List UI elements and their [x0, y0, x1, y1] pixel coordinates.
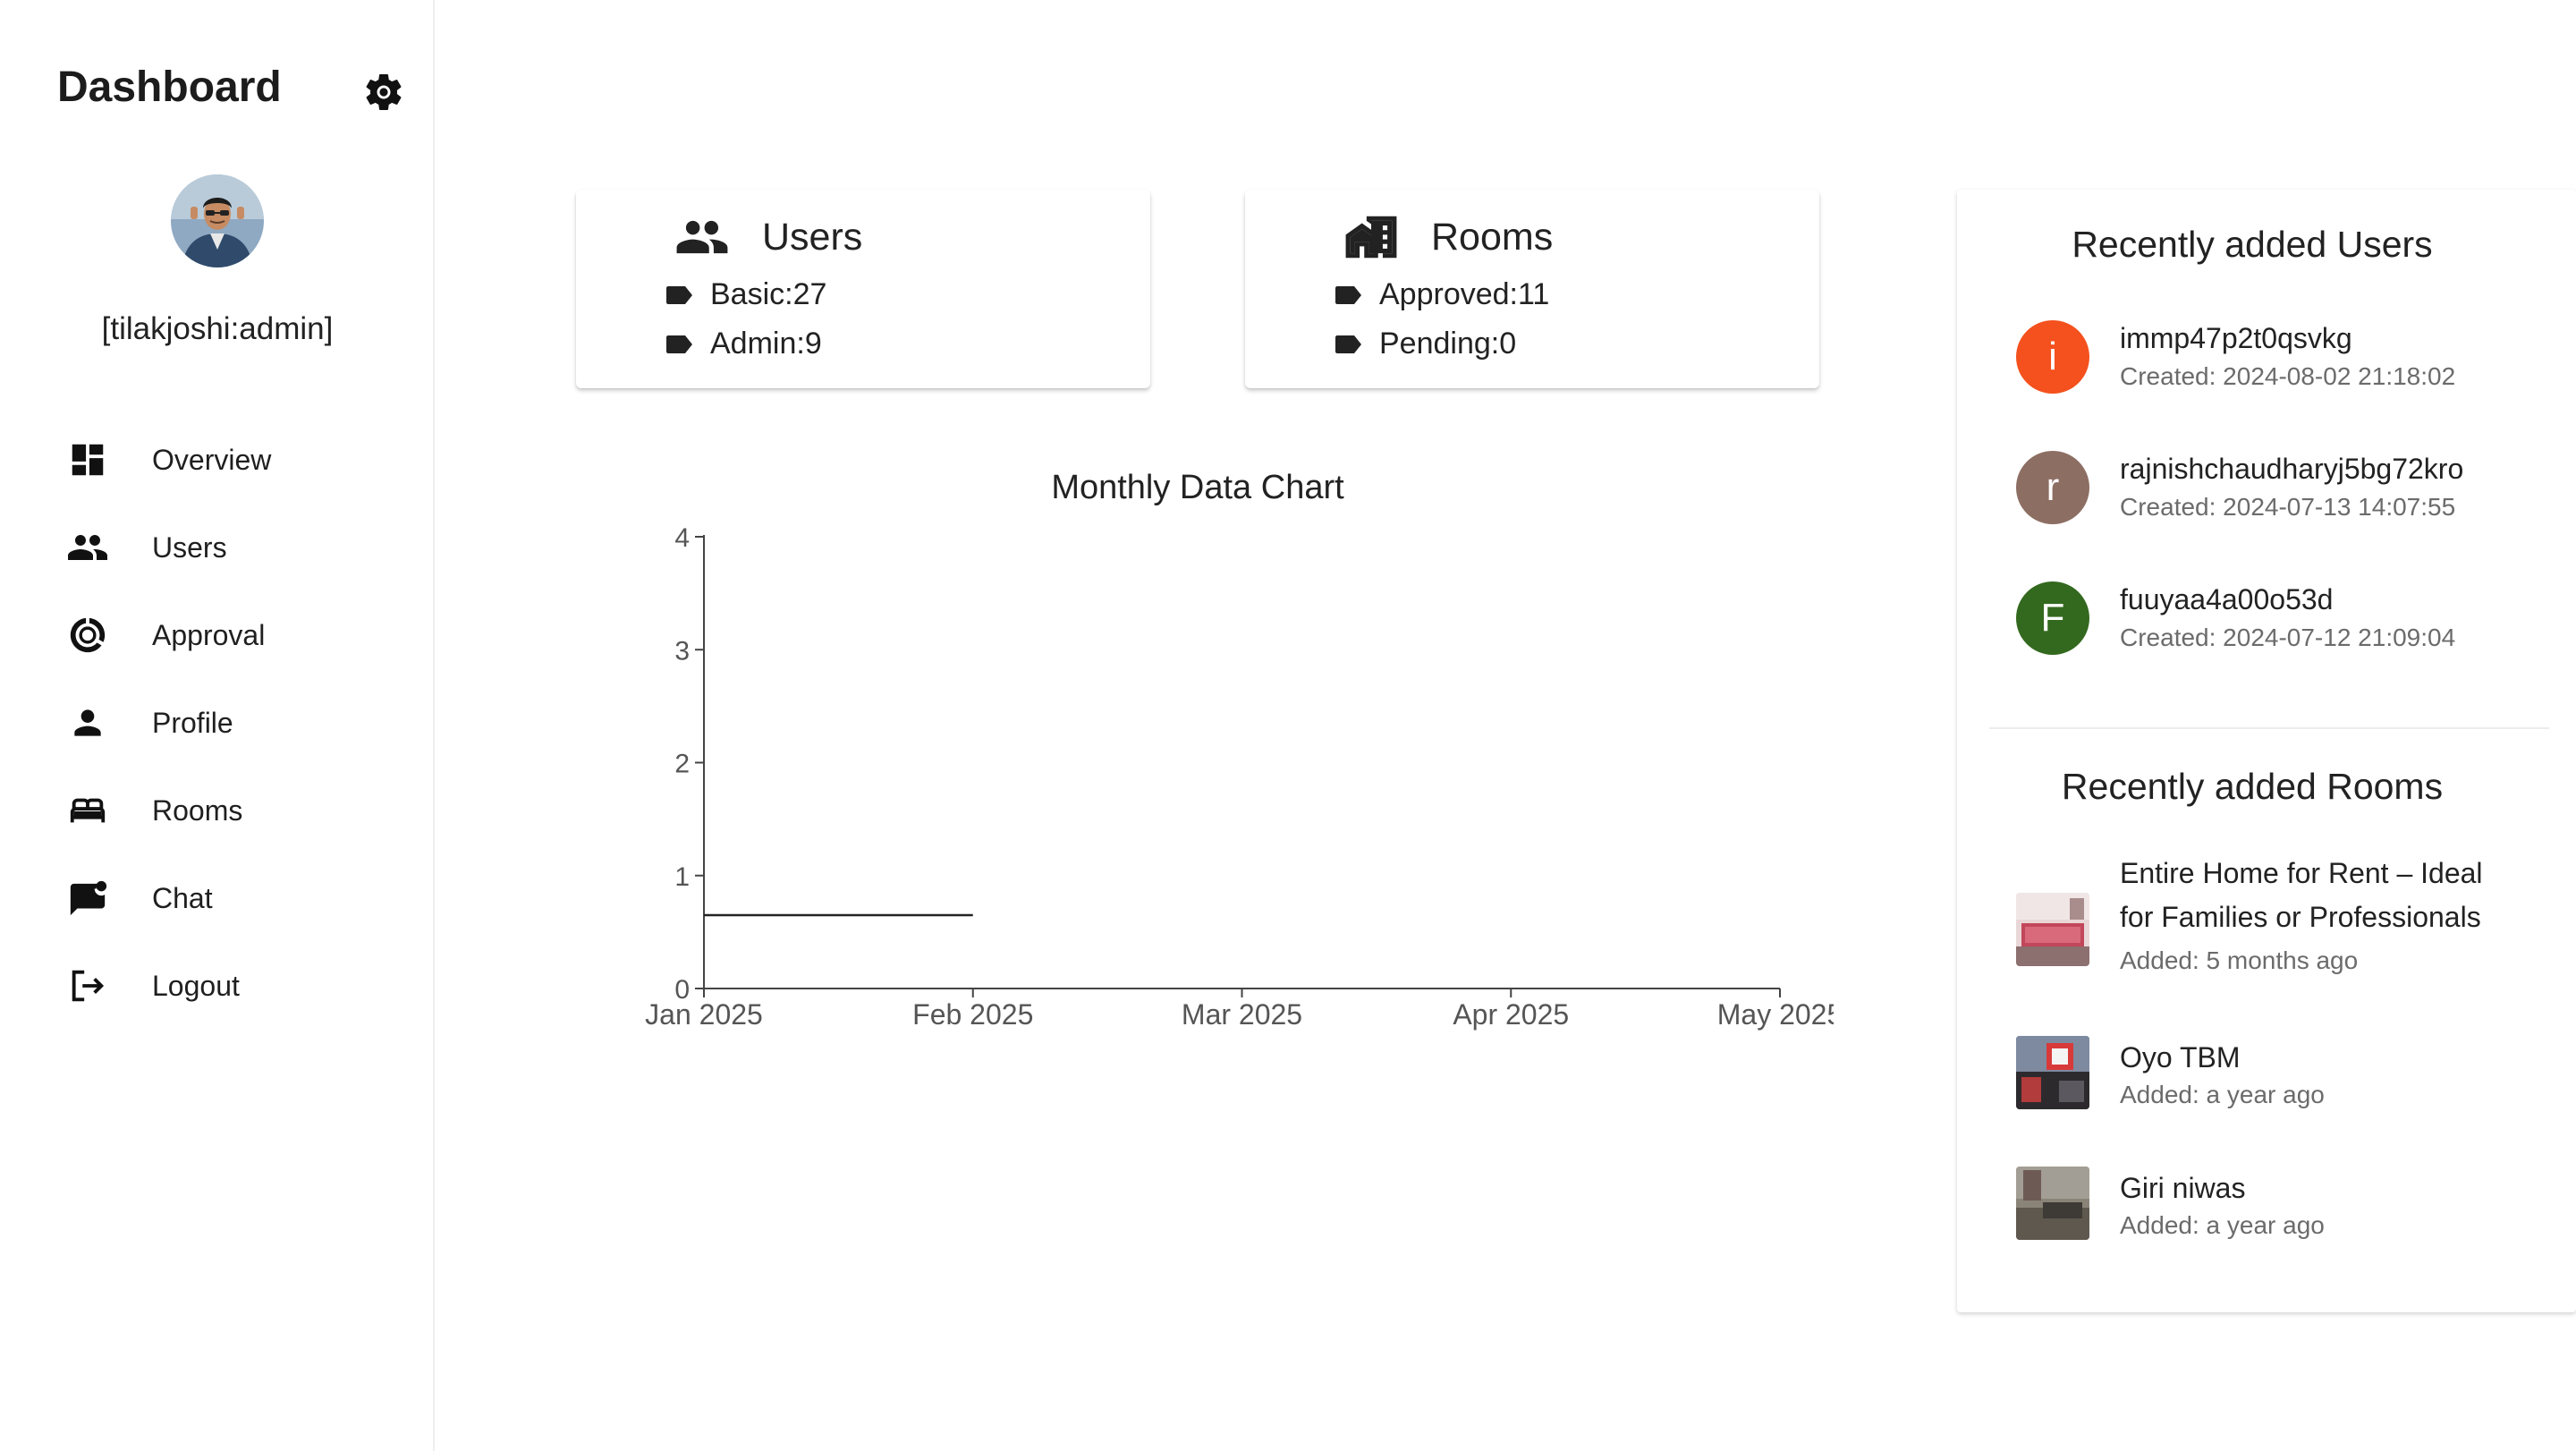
label-tag-icon — [666, 285, 692, 304]
room-added-time: Added: a year ago — [2120, 1211, 2325, 1239]
users-card-header: Users — [674, 209, 862, 265]
room-name-line2: for Families or Professionals — [2120, 901, 2481, 933]
room-added-time: Added: 5 months ago — [2120, 946, 2359, 974]
nav-label-profile: Profile — [152, 706, 233, 739]
rooms-stat-card: Rooms Approved:11 Pending:0 — [1245, 190, 1819, 388]
chart-title: Monthly Data Chart — [1051, 469, 1344, 506]
current-username: [tilakjoshi:admin] — [101, 311, 334, 346]
room-name: Giri niwas — [2120, 1172, 2246, 1204]
dashboard-title: Dashboard — [57, 64, 282, 111]
bed-icon — [66, 789, 109, 832]
recent-room-item[interactable]: Entire Home for Rent – Ideal for Familie… — [2016, 852, 2544, 995]
nav-label-overview: Overview — [152, 443, 272, 476]
users-basic-row: Basic:27 — [665, 277, 826, 312]
recent-room-item[interactable]: Giri niwas Added: a year ago — [2016, 1167, 2544, 1265]
dashboard-icon — [66, 438, 109, 481]
users-stat-card: Users Basic:27 Admin:9 — [576, 190, 1150, 388]
chart-canvas: Monthly Data Chart 01234Jan 2025 Feb 2025… — [645, 469, 1843, 1031]
nav-item-logout[interactable]: Logout — [0, 942, 435, 1030]
rooms-approved-count: Approved:11 — [1379, 277, 1550, 311]
settings-gear-icon[interactable] — [361, 70, 406, 115]
users-admin-count: Admin:9 — [710, 327, 822, 361]
donut-icon — [66, 614, 109, 657]
rooms-card-header: Rooms — [1343, 209, 1553, 265]
label-tag-icon — [1335, 335, 1361, 353]
nav-label-approval: Approval — [152, 618, 266, 651]
nav-item-chat[interactable]: Chat — [0, 854, 435, 942]
people-icon — [66, 526, 109, 569]
y-tick-label: 4 — [674, 523, 690, 553]
recent-rooms-title: Recently added Rooms — [2061, 766, 2444, 807]
recent-user-created: Created: 2024-07-13 14:07:55 — [2120, 493, 2456, 521]
nav-item-profile[interactable]: Profile — [0, 679, 435, 767]
recent-user-created: Created: 2024-07-12 21:09:04 — [2120, 624, 2456, 651]
recent-user-item[interactable]: F fuuyaa4a00o53d Created: 2024-07-12 21:… — [2016, 581, 2535, 680]
nav-item-overview[interactable]: Overview — [0, 416, 435, 504]
nav-label-users: Users — [152, 530, 227, 564]
rooms-pending-count: Pending:0 — [1379, 327, 1517, 361]
x-tick-label: Apr 2025 — [1453, 998, 1569, 1031]
nav-item-users[interactable]: Users — [0, 504, 435, 591]
room-name-line1: Entire Home for Rent – Ideal — [2120, 857, 2483, 889]
sidebar: Dashboard [tilakjoshi:admin] Overview Us… — [0, 0, 435, 1451]
rooms-pending-row: Pending:0 — [1335, 327, 1516, 361]
sidebar-nav: Overview Users Approval Profile Rooms Ch… — [0, 416, 435, 1030]
room-name: Oyo TBM — [2120, 1041, 2241, 1073]
people-icon — [676, 220, 728, 254]
user-initial-avatar: i — [2016, 320, 2089, 394]
room-thumbnail — [2016, 1036, 2089, 1109]
recent-room-item[interactable]: Oyo TBM Added: a year ago — [2016, 1036, 2544, 1134]
users-basic-count: Basic:27 — [710, 277, 827, 311]
room-thumbnail — [2016, 1167, 2089, 1240]
users-admin-row: Admin:9 — [665, 327, 822, 361]
x-tick-label: Jan 2025 — [645, 998, 763, 1031]
recent-user-name: fuuyaa4a00o53d — [2120, 583, 2334, 615]
x-tick-label: Mar 2025 — [1182, 998, 1302, 1031]
y-tick-label: 2 — [674, 750, 690, 779]
room-added-time: Added: a year ago — [2120, 1081, 2325, 1108]
recent-user-name: immp47p2t0qsvkg — [2120, 322, 2352, 354]
recent-user-item[interactable]: i immp47p2t0qsvkg Created: 2024-08-02 21… — [2016, 320, 2535, 419]
chat-icon — [66, 877, 109, 920]
house-icon — [1345, 216, 1397, 259]
y-tick-label: 3 — [674, 636, 690, 666]
label-tag-icon — [666, 335, 692, 353]
person-icon — [66, 701, 109, 744]
nav-label-logout: Logout — [152, 969, 240, 1002]
rooms-approved-row: Approved:11 — [1335, 277, 1549, 312]
y-tick-label: 1 — [674, 862, 690, 892]
nav-item-rooms[interactable]: Rooms — [0, 767, 435, 854]
x-tick-label: Feb 2025 — [912, 998, 1033, 1031]
user-avatar[interactable] — [171, 174, 264, 267]
recent-user-name: rajnishchaudharyj5bg72kro — [2120, 453, 2464, 485]
recent-users-title: Recently added Users — [2072, 224, 2433, 265]
monthly-data-chart: Monthly Data Chart 0 1 2 3 4 Jan 2025 Feb 2025… — [617, 447, 1843, 1056]
recent-user-created: Created: 2024-08-02 21:18:02 — [2120, 362, 2456, 390]
user-initial-avatar: F — [2016, 581, 2089, 655]
recent-activity-panel: Recently added Users i immp47p2t0qsvkg C… — [1957, 190, 2576, 1312]
section-divider — [1989, 727, 2549, 729]
users-card-title: Users — [762, 215, 863, 259]
nav-label-chat: Chat — [152, 881, 213, 914]
x-tick-label: May 2025 — [1717, 998, 1834, 1031]
room-thumbnail — [2016, 893, 2089, 966]
nav-label-rooms: Rooms — [152, 793, 243, 827]
label-tag-icon — [1335, 285, 1361, 304]
rooms-card-title: Rooms — [1431, 215, 1554, 259]
nav-item-approval[interactable]: Approval — [0, 591, 435, 679]
recent-user-item[interactable]: r rajnishchaudharyj5bg72kro Created: 202… — [2016, 451, 2535, 549]
logout-icon — [66, 964, 109, 1007]
user-initial-avatar: r — [2016, 451, 2089, 524]
